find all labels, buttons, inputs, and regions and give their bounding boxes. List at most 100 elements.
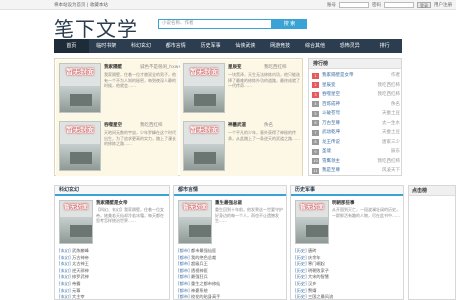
rank-book-name[interactable]: 武动乾坤 xyxy=(322,128,382,137)
ranking-row[interactable]: 9 圣墟 辰东 xyxy=(312,147,400,156)
list-item-name[interactable]: 重生之都市修仙 xyxy=(191,281,220,286)
list-item-name[interactable]: 万古神帝 xyxy=(72,255,89,260)
list-item-name[interactable]: 超级兵王 xyxy=(191,261,208,266)
list-item-name[interactable]: 大宋的智慧 xyxy=(308,274,329,279)
list-item-category[interactable]: [都市] xyxy=(178,255,190,260)
account-input[interactable] xyxy=(339,2,369,8)
list-item-category[interactable]: [玄幻] xyxy=(59,268,71,273)
featured-card[interactable]: 暂无封面 我家隔壁 诚色不是很闲_hxws 我家隔壁，住着一位才貌双全的男子，他… xyxy=(56,60,181,118)
list-item-category[interactable]: [都市] xyxy=(178,261,190,266)
ranking-row[interactable]: 6 万古至尊 太一生水 xyxy=(312,119,400,128)
book-title[interactable]: 我家隔壁是女帝 xyxy=(96,200,128,206)
book-title[interactable]: 吞噬星空 xyxy=(104,122,122,128)
book-cover[interactable]: 暂无封面 xyxy=(59,200,93,244)
search-button[interactable]: 搜 索 xyxy=(272,19,307,29)
ranking-row[interactable]: 11 我是至尊 风凌天下 xyxy=(312,166,400,175)
password-input[interactable] xyxy=(384,2,414,8)
list-item-category[interactable]: [玄幻] xyxy=(59,294,71,299)
book-cover[interactable]: 暂无封面 xyxy=(183,63,225,113)
list-item-category[interactable]: [历史] xyxy=(295,255,307,260)
list-item-name[interactable]: 寒门崛起 xyxy=(308,261,325,266)
book-cover[interactable]: 暂无封面 xyxy=(183,121,225,171)
list-item-name[interactable]: 赘婿 xyxy=(308,288,316,293)
rank-book-name[interactable]: 斗破苍穹 xyxy=(322,109,382,118)
list-item-name[interactable]: 元尊 xyxy=(72,288,80,293)
list-item-name[interactable]: 庆余年 xyxy=(308,255,321,260)
rank-book-name[interactable]: 星辰变 xyxy=(322,81,378,90)
nav-item-home[interactable]: 首页 xyxy=(54,39,89,53)
ranking-row[interactable]: 10 雪鹰领主 我吃西红柿 xyxy=(312,157,400,166)
top-links[interactable]: 将本站设为首页 | 收藏本站 xyxy=(54,2,108,8)
list-item-category[interactable]: [历史] xyxy=(295,261,307,266)
list-item-name[interactable]: 校花的贴身高手 xyxy=(191,294,220,299)
list-item-name[interactable]: 修罗武神 xyxy=(72,274,89,279)
ranking-row[interactable]: 4 百炼成神 佚名 xyxy=(312,100,400,109)
rank-book-name[interactable]: 圣墟 xyxy=(322,147,391,156)
ranking-row[interactable]: 2 星辰变 我吃西红柿 xyxy=(312,81,400,90)
list-item-category[interactable]: [都市] xyxy=(178,294,190,299)
section-title[interactable]: 都市言情 xyxy=(174,186,286,196)
book-cover[interactable]: 暂无封面 xyxy=(59,63,101,113)
list-item-category[interactable]: [都市] xyxy=(178,248,190,253)
list-item-name[interactable]: 武炼巅峰 xyxy=(72,248,89,253)
list-item-category[interactable]: [都市] xyxy=(178,268,190,273)
list-item-category[interactable]: [都市] xyxy=(178,274,190,279)
nav-item-urban[interactable]: 都市言情 xyxy=(158,39,193,53)
book-title[interactable]: 明朝那些事 xyxy=(332,200,355,206)
ranking-row[interactable]: 5 斗破苍穹 天蚕土豆 xyxy=(312,109,400,118)
rank-book-name[interactable]: 百炼成神 xyxy=(322,100,391,109)
list-item-category[interactable]: [都市] xyxy=(178,281,190,286)
ranking-row[interactable]: 1 我家隔壁是女帝 作者 xyxy=(312,71,400,80)
featured-card[interactable]: 暂无封面 神墓武道 佚名 一个平凡的少年，意外获得了神秘的传承，从此踏上了一条逆… xyxy=(180,118,302,176)
list-item-name[interactable]: 三国之最风流 xyxy=(308,294,333,299)
list-item-name[interactable]: 唐砖 xyxy=(308,248,316,253)
search-input[interactable]: 小说名称、作者 xyxy=(158,19,272,29)
book-cover[interactable]: 暂无封面 xyxy=(59,121,101,171)
list-item[interactable]: [历史] 三国之最风流 xyxy=(295,293,403,300)
nav-item-fantasy[interactable]: 科幻玄幻 xyxy=(124,39,159,53)
nav-item-games[interactable]: 网游竞技 xyxy=(263,39,298,53)
section-title[interactable]: 历史军事 xyxy=(291,186,403,196)
list-item[interactable]: [都市] 校花的贴身高手 xyxy=(178,293,286,300)
nav-item-horror[interactable]: 恐怖灵异 xyxy=(332,39,367,53)
nav-item-ranking[interactable]: 排行 xyxy=(367,39,402,53)
list-item-category[interactable]: [玄幻] xyxy=(59,274,71,279)
nav-item-history[interactable]: 历史军事 xyxy=(193,39,228,53)
rank-book-name[interactable]: 雪鹰领主 xyxy=(322,157,378,166)
rank-book-name[interactable]: 我是至尊 xyxy=(322,166,382,175)
list-item-category[interactable]: [玄幻] xyxy=(59,255,71,260)
register-link[interactable]: 用户注册 xyxy=(434,2,452,8)
list-item-category[interactable]: [历史] xyxy=(295,268,307,273)
book-cover[interactable]: 暂无封面 xyxy=(178,200,212,244)
list-item-name[interactable]: 汉乡 xyxy=(308,281,316,286)
site-logo[interactable]: 笔下文学 xyxy=(54,13,138,42)
book-title[interactable]: 神墓武道 xyxy=(228,122,246,128)
list-item-category[interactable]: [历史] xyxy=(295,274,307,279)
list-item-category[interactable]: [玄幻] xyxy=(59,248,71,253)
list-item-name[interactable]: 都市最强仙医 xyxy=(191,248,216,253)
book-title[interactable]: 重生最强总裁 xyxy=(215,200,242,206)
book-title[interactable]: 星辰变 xyxy=(228,64,242,70)
nav-item-wuxia[interactable]: 仙侠武侠 xyxy=(228,39,263,53)
list-item-category[interactable]: [玄幻] xyxy=(59,261,71,266)
list-item-name[interactable]: 明朝败家子 xyxy=(308,268,329,273)
login-button[interactable]: 登录 xyxy=(417,2,431,8)
list-item-category[interactable]: [都市] xyxy=(178,288,190,293)
rank-book-name[interactable]: 吞噬星空 xyxy=(322,90,378,99)
list-item-category[interactable]: [历史] xyxy=(295,288,307,293)
rank-book-name[interactable]: 我家隔壁是女帝 xyxy=(322,71,391,80)
list-item-category[interactable]: [历史] xyxy=(295,294,307,299)
list-item-name[interactable]: 透视神医 xyxy=(191,268,208,273)
book-cover[interactable]: 暂无封面 xyxy=(295,200,329,244)
featured-card[interactable]: 暂无封面 吞噬星空 我吃西红柿 天地间无数的宇宙，少年罗峰在这个时代出生，为了追… xyxy=(56,118,178,176)
list-item-name[interactable]: 逆天邪神 xyxy=(72,268,89,273)
list-item[interactable]: [玄幻] 大主宰 xyxy=(59,293,167,300)
nav-item-other[interactable]: 综合其他 xyxy=(298,39,333,53)
list-item-name[interactable]: 太古神王 xyxy=(72,261,89,266)
list-item-name[interactable]: 神豪系统 xyxy=(191,288,208,293)
rank-book-name[interactable]: 龙王传说 xyxy=(322,138,382,147)
list-item-name[interactable]: 最强狂兵 xyxy=(191,274,208,279)
ranking-row[interactable]: 8 龙王传说 唐家三少 xyxy=(312,138,400,147)
list-item-name[interactable]: 我的绝色总裁 xyxy=(191,255,216,260)
list-item-name[interactable]: 帝霸 xyxy=(72,281,80,286)
